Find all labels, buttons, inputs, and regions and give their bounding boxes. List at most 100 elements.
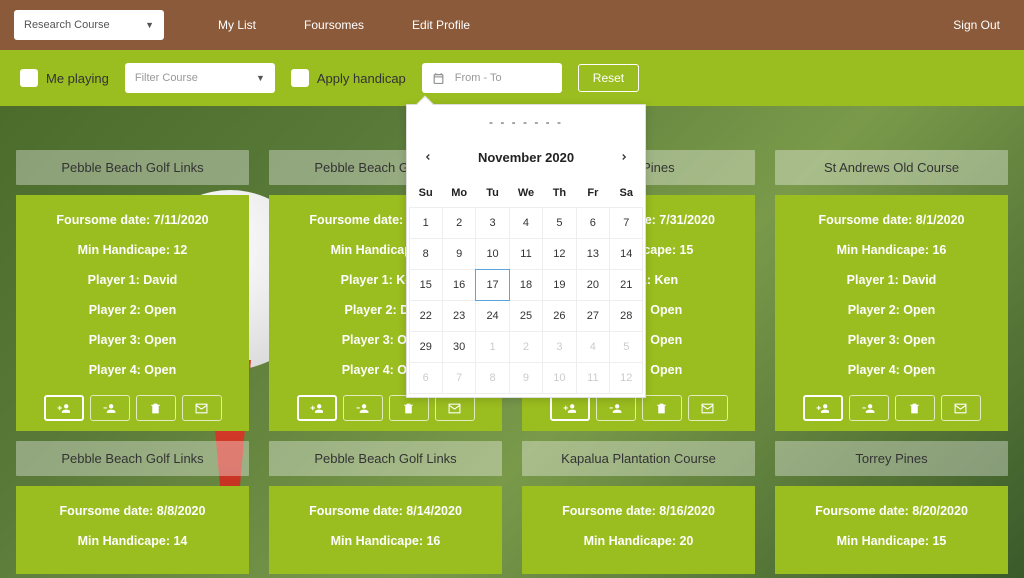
- apply-handicap-checkbox[interactable]: [291, 69, 309, 87]
- cal-day[interactable]: 17: [475, 269, 509, 301]
- cal-day[interactable]: 24: [475, 300, 509, 332]
- cal-day[interactable]: 13: [576, 238, 610, 270]
- cal-day[interactable]: 29: [409, 331, 443, 363]
- cal-day[interactable]: 26: [542, 300, 576, 332]
- nav-foursomes[interactable]: Foursomes: [280, 18, 388, 32]
- cal-day[interactable]: 7: [442, 362, 476, 394]
- remove-button[interactable]: [343, 395, 383, 421]
- cal-day[interactable]: 10: [475, 238, 509, 270]
- me-playing-checkbox[interactable]: [20, 69, 38, 87]
- remove-icon: [356, 402, 369, 415]
- cal-day[interactable]: 9: [442, 238, 476, 270]
- cal-day[interactable]: 8: [475, 362, 509, 394]
- cal-day[interactable]: 23: [442, 300, 476, 332]
- card-line: Foursome date: 7/11/2020: [24, 213, 241, 227]
- cal-dow: Fr: [576, 179, 609, 207]
- card-line: Foursome date: 8/16/2020: [530, 504, 747, 518]
- card-line: Min Handicape: 16: [277, 534, 494, 548]
- cal-day[interactable]: 6: [576, 207, 610, 239]
- cal-next-month[interactable]: [615, 145, 633, 169]
- cal-day[interactable]: 28: [609, 300, 643, 332]
- trash-button[interactable]: [136, 395, 176, 421]
- course-header: Kapalua Plantation Course: [522, 441, 755, 476]
- cal-day[interactable]: 3: [542, 331, 576, 363]
- cal-day[interactable]: 16: [442, 269, 476, 301]
- cal-day[interactable]: 12: [609, 362, 643, 394]
- nav-my-list[interactable]: My List: [194, 18, 280, 32]
- course-header: Pebble Beach Golf Links: [269, 441, 502, 476]
- cal-day[interactable]: 7: [609, 207, 643, 239]
- cal-day[interactable]: 30: [442, 331, 476, 363]
- course-header: Pebble Beach Golf Links: [16, 150, 249, 185]
- course-column: Pebble Beach Golf Links Foursome date: 7/…: [16, 150, 249, 574]
- cal-day[interactable]: 1: [475, 331, 509, 363]
- add-button[interactable]: [550, 395, 590, 421]
- research-course-dropdown[interactable]: Research Course ▼: [14, 10, 164, 40]
- signout-link[interactable]: Sign Out: [953, 18, 1010, 32]
- card-line: Foursome date: 8/8/2020: [24, 504, 241, 518]
- add-button[interactable]: [803, 395, 843, 421]
- cal-prev-month[interactable]: [419, 145, 437, 169]
- cal-day[interactable]: 20: [576, 269, 610, 301]
- cal-day[interactable]: 19: [542, 269, 576, 301]
- date-picker-popover: - - - - - - - November 2020 SuMoTuWeThFr…: [406, 104, 646, 398]
- cal-day[interactable]: 22: [409, 300, 443, 332]
- cal-day[interactable]: 2: [442, 207, 476, 239]
- cal-day[interactable]: 14: [609, 238, 643, 270]
- cal-day[interactable]: 21: [609, 269, 643, 301]
- cal-day[interactable]: 3: [475, 207, 509, 239]
- top-nav: Research Course ▼ My List Foursomes Edit…: [0, 0, 1024, 50]
- mail-button[interactable]: [941, 395, 981, 421]
- mail-button[interactable]: [435, 395, 475, 421]
- cal-day[interactable]: 6: [409, 362, 443, 394]
- cal-day[interactable]: 4: [509, 207, 543, 239]
- filter-course-dropdown[interactable]: Filter Course ▼: [125, 63, 275, 93]
- remove-button[interactable]: [90, 395, 130, 421]
- filter-course-placeholder: Filter Course: [135, 72, 198, 84]
- foursome-card: Foursome date: 8/16/2020Min Handicape: 2…: [522, 486, 755, 574]
- cal-day[interactable]: 10: [542, 362, 576, 394]
- date-range-input[interactable]: From - To: [422, 63, 562, 93]
- mail-icon: [701, 402, 714, 415]
- cal-day[interactable]: 1: [409, 207, 443, 239]
- cal-dow: We: [509, 179, 542, 207]
- cal-day[interactable]: 18: [509, 269, 543, 301]
- cal-day[interactable]: 11: [509, 238, 543, 270]
- remove-button[interactable]: [596, 395, 636, 421]
- cal-day[interactable]: 11: [576, 362, 610, 394]
- trash-icon: [908, 402, 921, 415]
- add-button[interactable]: [297, 395, 337, 421]
- me-playing-label: Me playing: [46, 71, 109, 86]
- trash-icon: [149, 402, 162, 415]
- mail-button[interactable]: [182, 395, 222, 421]
- add-button[interactable]: [44, 395, 84, 421]
- trash-button[interactable]: [895, 395, 935, 421]
- cal-day[interactable]: 4: [576, 331, 610, 363]
- foursome-card: Foursome date: 8/8/2020Min Handicape: 14: [16, 486, 249, 574]
- trash-button[interactable]: [389, 395, 429, 421]
- card-line: Player 2: Open: [783, 303, 1000, 317]
- nav-edit-profile[interactable]: Edit Profile: [388, 18, 494, 32]
- trash-button[interactable]: [642, 395, 682, 421]
- card-actions: [783, 395, 1000, 421]
- cal-month-title: November 2020: [478, 150, 574, 165]
- reset-button[interactable]: Reset: [578, 64, 639, 92]
- cal-day[interactable]: 5: [609, 331, 643, 363]
- chevron-down-icon: ▼: [145, 20, 154, 30]
- cal-day[interactable]: 12: [542, 238, 576, 270]
- card-line: Foursome date: 8/20/2020: [783, 504, 1000, 518]
- cal-day[interactable]: 27: [576, 300, 610, 332]
- cal-day[interactable]: 15: [409, 269, 443, 301]
- trash-icon: [402, 402, 415, 415]
- remove-button[interactable]: [849, 395, 889, 421]
- foursome-card: Foursome date: 8/20/2020Min Handicape: 1…: [775, 486, 1008, 574]
- cal-day[interactable]: 9: [509, 362, 543, 394]
- add-icon: [310, 402, 323, 415]
- cal-day[interactable]: 25: [509, 300, 543, 332]
- mail-button[interactable]: [688, 395, 728, 421]
- cal-day[interactable]: 2: [509, 331, 543, 363]
- card-line: Min Handicape: 12: [24, 243, 241, 257]
- cal-day[interactable]: 8: [409, 238, 443, 270]
- cal-range-placeholder: - - - - - - -: [407, 105, 645, 135]
- cal-day[interactable]: 5: [542, 207, 576, 239]
